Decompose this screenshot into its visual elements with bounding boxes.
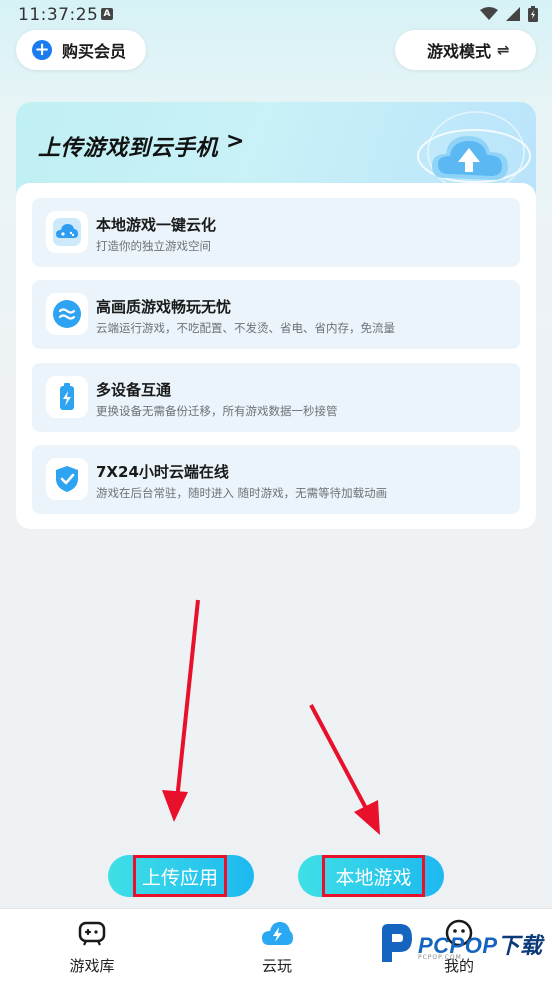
feature-desc: 云端运行游戏，不吃配置、不发烫、省电、省内存，免流量: [96, 321, 395, 335]
status-time: 11:37:25: [18, 5, 99, 25]
feature-item: 本地游戏一键云化 打造你的独立游戏空间: [32, 198, 520, 267]
pcpop-logo-icon: [382, 924, 412, 962]
game-mode-label: 游戏模式: [427, 42, 492, 61]
arrow-left-head: [162, 790, 188, 822]
chevron-right-icon: >: [226, 129, 245, 154]
feature-item: 多设备互通 更换设备无需备份迁移，所有游戏数据一秒接管: [32, 363, 520, 432]
feature-desc: 更换设备无需备份迁移，所有游戏数据一秒接管: [96, 404, 338, 418]
feature-desc: 游戏在后台常驻，随时进入 随时游戏，无需等待加载动画: [96, 486, 388, 500]
cloud-gamepad-icon: [46, 211, 88, 253]
feature-title: 本地游戏一键云化: [96, 216, 217, 234]
arrow-left-shaft: [175, 599, 200, 801]
battery-bolt-icon: [46, 376, 88, 418]
features-card: 本地游戏一键云化 打造你的独立游戏空间 高画质游戏畅玩无忧 云端运行游戏，不吃配…: [16, 183, 536, 529]
wifi-icon: [480, 7, 498, 20]
swap-icon: ⇌: [497, 41, 510, 59]
upload-app-button[interactable]: 上传应用: [108, 855, 254, 897]
feature-item: 7X24小时云端在线 游戏在后台常驻，随时进入 随时游戏，无需等待加载动画: [32, 445, 520, 514]
upload-app-label: 上传应用: [133, 855, 227, 897]
battery-icon: [528, 6, 538, 22]
watermark-cn: 下载: [497, 933, 543, 958]
feature-title: 多设备互通: [96, 381, 172, 399]
nav-item-library[interactable]: 游戏库: [52, 919, 132, 976]
buy-member-button[interactable]: + 购买会员: [16, 30, 146, 70]
buy-member-label: 购买会员: [62, 42, 127, 61]
feature-title: 高画质游戏畅玩无忧: [96, 298, 232, 316]
nav-label-library: 游戏库: [69, 957, 115, 975]
notification-badge-icon: A: [101, 8, 113, 20]
status-icons: [480, 6, 538, 22]
signal-icon: [506, 7, 520, 21]
watermark-sub: PCPOP.COM: [418, 954, 462, 961]
arrow-right-head: [354, 800, 380, 835]
feature-desc: 打造你的独立游戏空间: [96, 239, 211, 253]
cloud-bolt-icon: [237, 919, 317, 947]
pcpop-watermark: PCPOP下载 PCPOP.COM: [378, 922, 543, 966]
local-game-button[interactable]: 本地游戏: [298, 855, 444, 897]
waves-icon: [46, 293, 88, 335]
local-game-label: 本地游戏: [322, 855, 425, 897]
gamepad-icon: [52, 919, 132, 947]
nav-item-cloud[interactable]: 云玩: [237, 919, 317, 976]
feature-item: 高画质游戏畅玩无忧 云端运行游戏，不吃配置、不发烫、省电、省内存，免流量: [32, 280, 520, 349]
nav-label-cloud: 云玩: [261, 957, 292, 975]
status-bar: 11:37:25 A: [0, 0, 552, 30]
game-mode-button[interactable]: 游戏模式 ⇌: [395, 30, 536, 70]
plus-icon: +: [32, 40, 52, 60]
feature-title: 7X24小时云端在线: [96, 463, 229, 481]
arrow-right-shaft: [309, 704, 370, 813]
banner-title: 上传游戏到云手机: [38, 136, 219, 161]
shield-check-icon: [46, 458, 88, 500]
